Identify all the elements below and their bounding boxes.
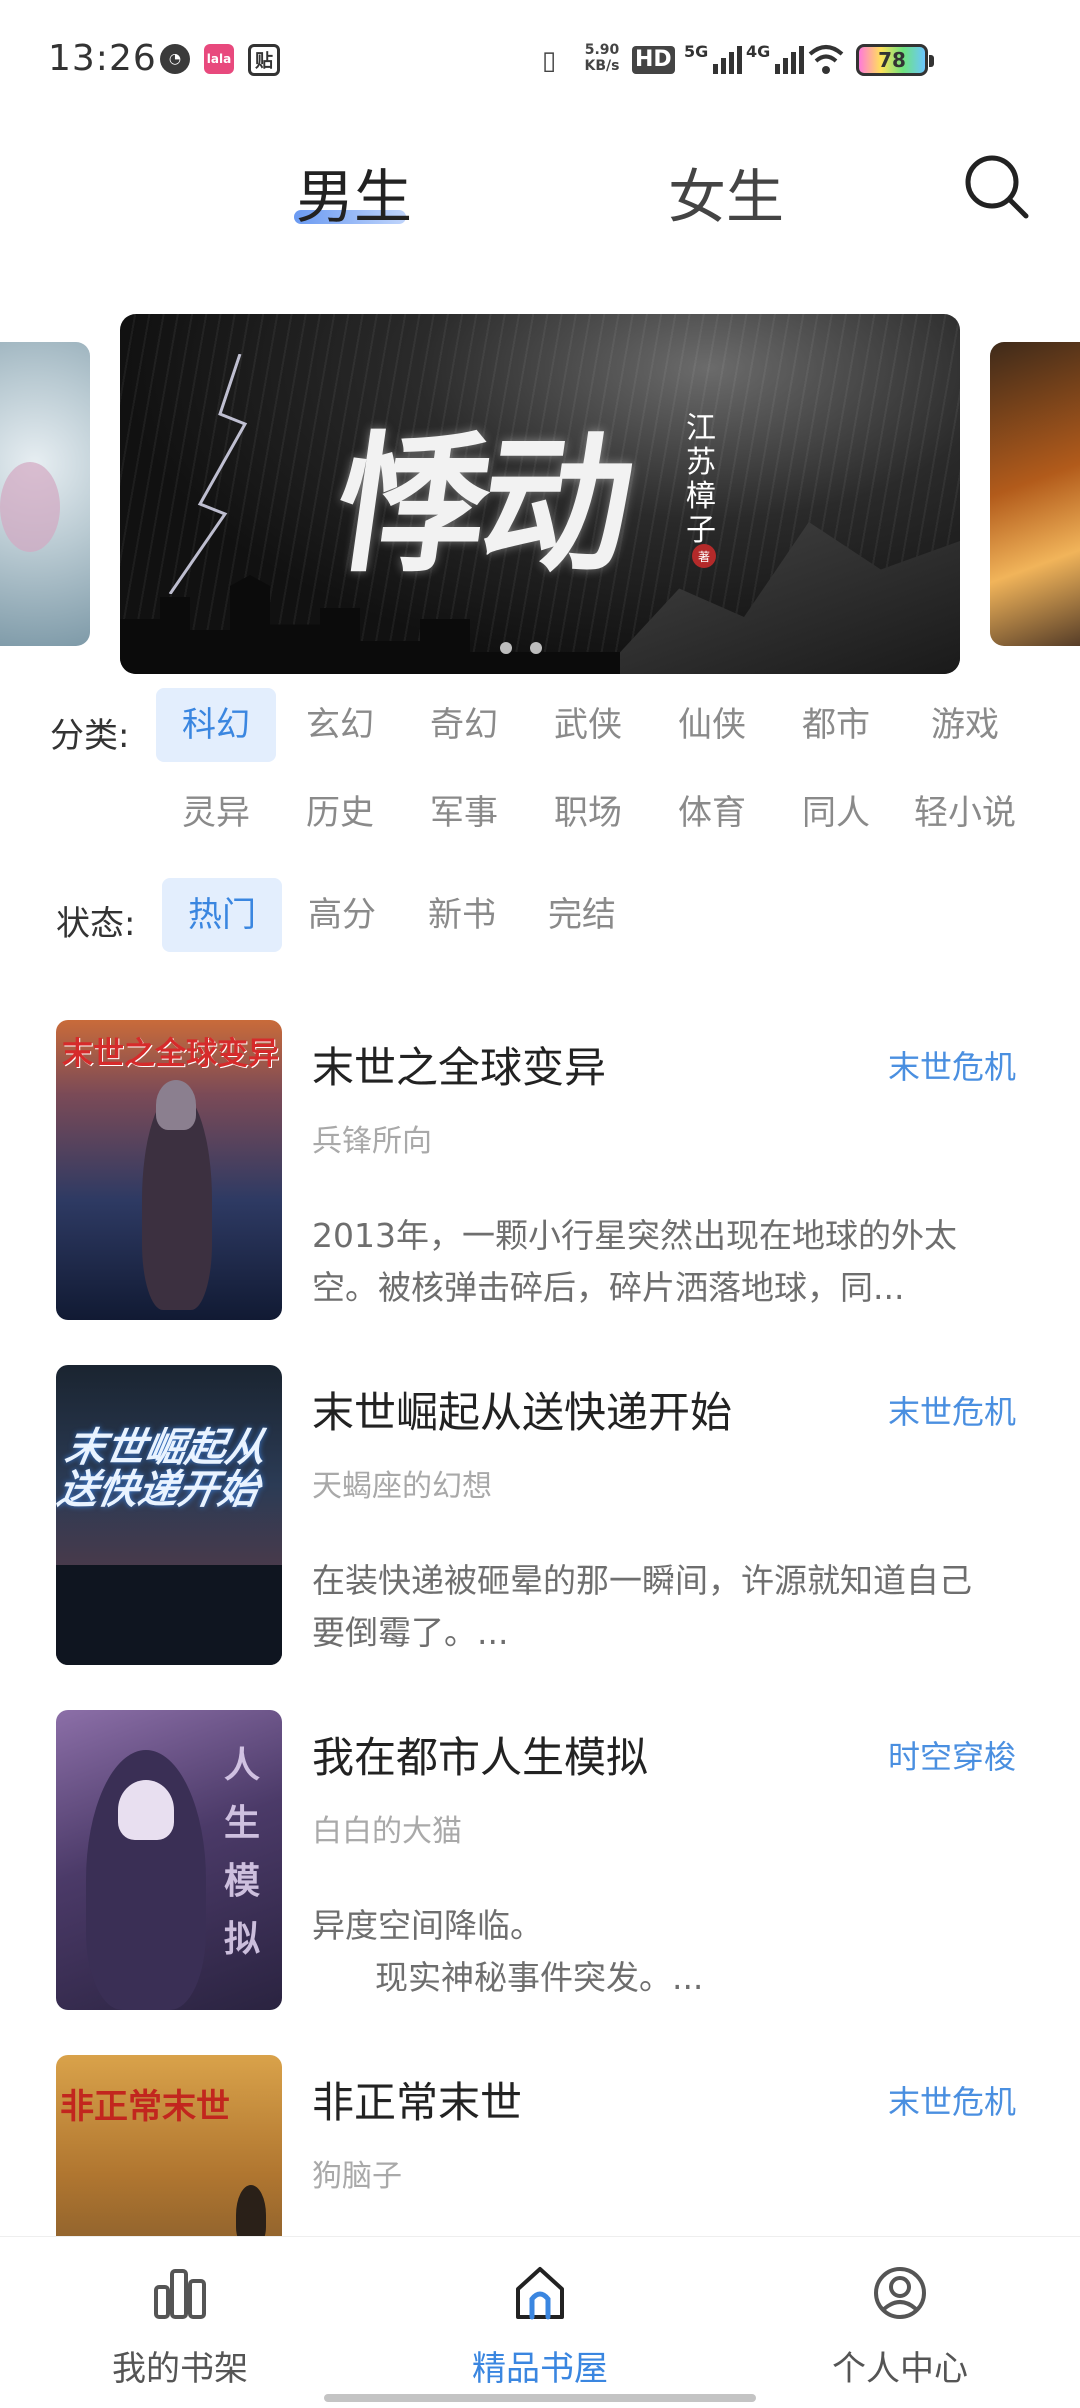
signal-4g-icon: 4G (746, 42, 805, 74)
book-cover[interactable]: 人生模拟 (56, 1710, 282, 2010)
gauge-icon: ◔ (160, 44, 190, 74)
book-cover-title: 人生模拟 (224, 1744, 261, 1960)
book-cover-title: 非正常末世 (60, 2087, 230, 2127)
book-cover[interactable]: 末世之全球变异 (56, 1020, 282, 1320)
tieba-notification-icon: 贴 (248, 44, 280, 76)
category-chip[interactable]: 游戏 (900, 688, 1030, 762)
app-notification-icon: lala (204, 44, 234, 74)
banner-carousel[interactable]: 悸动 江苏樟子 著 (120, 314, 960, 674)
cover-figure-head (156, 1080, 196, 1130)
nav-profile-label: 个人中心 (832, 2349, 968, 2389)
book-tag[interactable]: 末世危机 (888, 1387, 1016, 1433)
status-chip[interactable]: 高分 (282, 878, 402, 952)
category-chip[interactable]: 历史 (280, 776, 400, 850)
tab-female[interactable]: 女生 (668, 150, 784, 234)
book-author: 天蝎座的幻想 (312, 1469, 492, 1504)
hd-icon: HD (632, 46, 675, 74)
category-chip[interactable]: 仙侠 (652, 688, 772, 762)
book-cover-title: 末世之全球变异 (62, 1036, 279, 1072)
cover-figure (236, 2185, 266, 2236)
status-label: 状态: (56, 904, 136, 944)
category-chip[interactable]: 同人 (776, 776, 896, 850)
banner-title: 悸动 (325, 417, 639, 593)
status-chip[interactable]: 完结 (522, 878, 642, 952)
signal-5g-icon: 5G (684, 42, 743, 74)
book-title[interactable]: 我在都市人生模拟 (312, 1724, 648, 1785)
home-indicator[interactable] (324, 2394, 756, 2402)
book-tag[interactable]: 末世危机 (888, 1042, 1016, 1088)
network-speed: 5.90 KB/s (584, 42, 620, 74)
status-bar: 13:26 ◔ lala 贴 ▯ 5.90 KB/s HD 5G 4G 78 (0, 0, 1080, 120)
nav-store-label: 精品书屋 (472, 2349, 608, 2389)
nav-store[interactable]: 精品书屋 (440, 2237, 640, 2408)
status-time: 13:26 (48, 38, 157, 79)
carousel-dot (530, 642, 542, 654)
status-chip[interactable]: 新书 (402, 878, 522, 952)
book-tag[interactable]: 时空穿梭 (888, 1732, 1016, 1778)
battery-indicator: 78 (856, 44, 934, 76)
home-icon (516, 2267, 564, 2320)
book-author: 兵锋所向 (312, 1124, 432, 1159)
category-chip[interactable]: 轻小说 (900, 776, 1030, 850)
book-list-item[interactable]: 人生模拟 我在都市人生模拟 时空穿梭 白白的大猫 异度空间降临。 现实神秘事件突… (56, 1710, 1016, 2010)
status-chip-hot[interactable]: 热门 (162, 878, 282, 952)
book-list-item[interactable]: 末世之全球变异 末世之全球变异 末世危机 兵锋所向 2013年，一颗小行星突然出… (56, 1020, 1016, 1320)
nav-profile[interactable]: 个人中心 (800, 2237, 1000, 2408)
signal-4g-label: 4G (746, 42, 771, 61)
book-author: 狗脑子 (312, 2159, 402, 2194)
category-chip[interactable]: 玄幻 (280, 688, 400, 762)
banner-next-slide[interactable] (990, 342, 1080, 646)
lightning-decoration (168, 354, 248, 594)
category-chip[interactable]: 军事 (404, 776, 524, 850)
book-title[interactable]: 末世之全球变异 (312, 1034, 606, 1095)
nav-bookshelf-label: 我的书架 (112, 2349, 248, 2389)
profile-icon (874, 2267, 926, 2319)
book-cover-title: 末世崛起从送快递开始 (56, 1424, 270, 1513)
banner-prev-slide[interactable] (0, 342, 90, 646)
wifi-icon (808, 45, 844, 74)
category-chip[interactable]: 体育 (652, 776, 772, 850)
banner-seal: 著 (692, 544, 716, 568)
category-chip[interactable]: 都市 (776, 688, 896, 762)
cover-figure-face (118, 1780, 174, 1840)
tab-male[interactable]: 男生 (296, 150, 412, 234)
book-title[interactable]: 非正常末世 (312, 2069, 522, 2130)
book-cover[interactable]: 非正常末世 (56, 2055, 282, 2236)
category-chip[interactable]: 灵异 (156, 776, 276, 850)
search-icon[interactable] (962, 152, 1032, 222)
signal-5g-label: 5G (684, 42, 709, 61)
book-description: 2013年，一颗小行星突然出现在地球的外太空。被核弹击碎后，碎片洒落地球，同..… (312, 1216, 957, 1307)
cover-street (56, 1565, 282, 1665)
book-list-item[interactable]: 末世崛起从送快递开始 末世崛起从送快递开始 末世危机 天蝎座的幻想 在装快递被砸… (56, 1365, 1016, 1665)
bookshelf-icon (154, 2269, 206, 2319)
category-chip[interactable]: 奇幻 (404, 688, 524, 762)
vibrate-icon: ▯ (541, 46, 557, 76)
banner-author: 江苏樟子 (686, 411, 716, 548)
carousel-dot (500, 642, 512, 654)
category-label: 分类: (50, 716, 130, 756)
category-chip-scifi[interactable]: 科幻 (156, 688, 276, 762)
book-description: 异度空间降临。 现实神秘事件突发。... (312, 1906, 704, 1997)
book-author: 白白的大猫 (312, 1814, 462, 1849)
category-chip[interactable]: 职场 (528, 776, 648, 850)
bottom-nav: 我的书架 精品书屋 个人中心 (0, 2236, 1080, 2408)
book-tag[interactable]: 末世危机 (888, 2077, 1016, 2123)
book-description: 在装快递被砸晕的那一瞬间，许源就知道自己要倒霉了。... (312, 1561, 972, 1652)
book-title[interactable]: 末世崛起从送快递开始 (312, 1379, 732, 1440)
nav-bookshelf[interactable]: 我的书架 (80, 2237, 280, 2408)
book-list-item[interactable]: 非正常末世 非正常末世 末世危机 狗脑子 (56, 2055, 1016, 2236)
book-cover[interactable]: 末世崛起从送快递开始 (56, 1365, 282, 1665)
category-chip[interactable]: 武侠 (528, 688, 648, 762)
